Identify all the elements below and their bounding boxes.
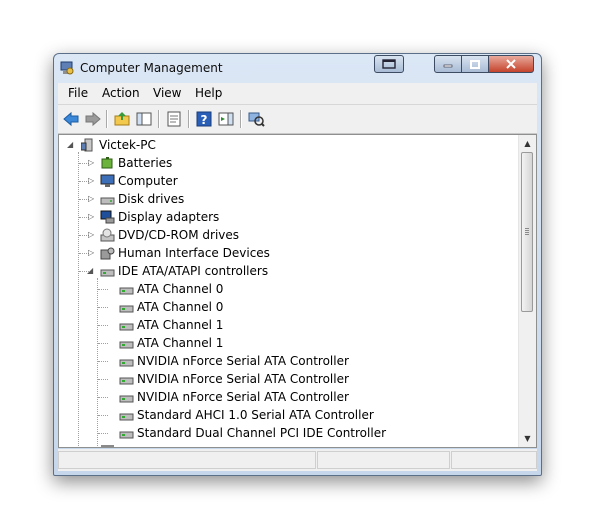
scroll-grip — [525, 228, 529, 236]
expand-arrow-icon[interactable]: ▷ — [88, 213, 96, 221]
minimize-button[interactable] — [434, 55, 462, 73]
close-icon — [506, 59, 516, 69]
window-title: Computer Management — [80, 61, 223, 75]
tree-branch — [98, 361, 108, 362]
ide-channel-icon — [119, 377, 134, 385]
ide-channel-icon — [119, 359, 134, 367]
hid-icon — [100, 247, 115, 260]
computer-icon — [81, 138, 93, 152]
ide-channel-icon — [119, 341, 134, 349]
svg-text:?: ? — [201, 113, 208, 127]
expand-arrow-icon[interactable]: ▷ — [88, 177, 96, 185]
expand-arrow-icon[interactable]: ▷ — [88, 249, 96, 257]
tree-branch — [98, 415, 108, 416]
toolbar: ? — [58, 105, 537, 134]
menu-file[interactable]: File — [68, 86, 88, 100]
keyboard-icon — [101, 445, 114, 447]
show-hide-tree-icon[interactable] — [135, 110, 153, 128]
display-adapter-icon — [100, 210, 115, 224]
title-bar[interactable]: Computer Management — [54, 54, 541, 82]
show-action-pane-icon[interactable] — [217, 110, 235, 128]
tree-branch — [98, 289, 108, 290]
scroll-thumb[interactable] — [521, 152, 533, 312]
collapse-arrow-icon[interactable]: ◢ — [67, 141, 75, 149]
help-icon[interactable]: ? — [195, 110, 213, 128]
menu-bar: File Action View Help — [58, 83, 537, 105]
status-bar — [58, 449, 537, 471]
tree-connector — [97, 278, 98, 447]
tree-branch — [98, 397, 108, 398]
ide-controller-icon — [100, 269, 115, 277]
back-arrow-icon[interactable] — [62, 110, 80, 128]
tree-branch — [98, 433, 108, 434]
snap-button[interactable] — [374, 55, 404, 73]
tree-branch — [98, 325, 108, 326]
tree-branch — [98, 379, 108, 380]
ide-channel-icon — [119, 305, 134, 313]
device-tree-pane[interactable]: ◢ Victek-PC ▷ Batteries ▷ Computer ▷ Dis… — [58, 134, 537, 448]
close-button[interactable] — [488, 55, 534, 73]
computer-management-icon — [60, 61, 74, 75]
menu-action[interactable]: Action — [102, 86, 140, 100]
vertical-scrollbar[interactable]: ▲ ▼ — [518, 135, 536, 447]
toolbar-separator — [188, 110, 190, 128]
menu-help[interactable]: Help — [195, 86, 222, 100]
status-pane — [451, 451, 537, 469]
ide-channel-icon — [119, 395, 134, 403]
toolbar-separator — [240, 110, 242, 128]
maximize-icon — [470, 59, 480, 69]
ide-channel-icon — [119, 413, 134, 421]
ide-channel-icon — [119, 287, 134, 295]
window-snap-icon — [382, 59, 396, 69]
up-folder-icon[interactable] — [113, 110, 131, 128]
status-pane — [58, 451, 316, 469]
computer-icon — [100, 174, 115, 187]
disk-drive-icon — [100, 197, 115, 205]
expand-arrow-icon[interactable]: ▷ — [88, 159, 96, 167]
scroll-up-arrow-icon[interactable]: ▲ — [519, 135, 536, 152]
maximize-button[interactable] — [461, 55, 489, 73]
tree-branch — [98, 343, 108, 344]
expand-arrow-icon[interactable]: ▷ — [88, 231, 96, 239]
toolbar-separator — [106, 110, 108, 128]
expand-arrow-icon[interactable]: ▷ — [88, 195, 96, 203]
menu-view[interactable]: View — [153, 86, 181, 100]
battery-icon — [101, 157, 113, 169]
scan-hardware-icon[interactable] — [247, 110, 265, 128]
properties-icon[interactable] — [165, 110, 183, 128]
collapse-arrow-icon[interactable]: ◢ — [87, 267, 95, 275]
computer-management-window: Computer Management File Action View Hel… — [53, 53, 542, 476]
scroll-down-arrow-icon[interactable]: ▼ — [519, 430, 536, 447]
status-pane — [317, 451, 450, 469]
minimize-icon — [443, 64, 453, 68]
tree-connector — [78, 152, 79, 447]
ide-channel-icon — [119, 323, 134, 331]
tree-branch — [98, 307, 108, 308]
ide-channel-icon — [119, 431, 134, 439]
forward-arrow-icon[interactable] — [84, 110, 102, 128]
toolbar-separator — [158, 110, 160, 128]
dvd-drive-icon — [100, 228, 115, 242]
